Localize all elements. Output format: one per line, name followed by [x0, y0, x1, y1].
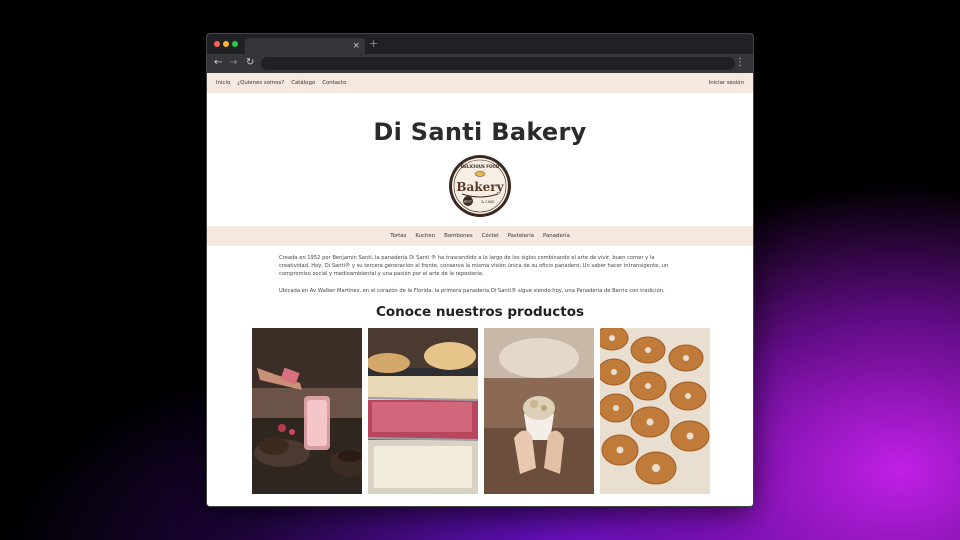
nav-link-inicio[interactable]: Inicio [216, 80, 230, 86]
product-image-ice-cream[interactable] [484, 327, 594, 494]
minimize-window-button[interactable] [223, 41, 229, 47]
tab-bar: × + [207, 34, 753, 54]
product-image-donuts[interactable] [600, 327, 710, 494]
back-arrow-icon[interactable]: ← [214, 56, 222, 70]
about-paragraph: Creada en 1952 por Benjamín Santi, la pa… [279, 255, 669, 278]
category-navigation: Tortas Kuchen Bombones Cóctel Pastelería… [207, 226, 753, 246]
site-title: Di Santi Bakery [373, 118, 587, 146]
logo-arc-text: DELICIOUS FOOD [461, 164, 500, 169]
logo-badge: BEST [464, 200, 472, 204]
category-link-coctel[interactable]: Cóctel [482, 233, 499, 239]
tab-close-icon[interactable]: × [352, 39, 360, 53]
forward-arrow-icon[interactable]: → [229, 56, 237, 70]
close-window-button[interactable] [214, 41, 220, 47]
nav-link-contacto[interactable]: Contacto [322, 80, 346, 86]
product-gallery [252, 327, 753, 494]
about-section: Creada en 1952 por Benjamín Santi, la pa… [279, 254, 681, 295]
browser-menu-icon[interactable]: ⋮ [735, 56, 745, 70]
bakery-logo-icon[interactable]: DELICIOUS FOOD Bakery & CAKE BEST [448, 154, 512, 218]
login-link[interactable]: Iniciar sesión [709, 80, 744, 86]
nav-link-catalogo[interactable]: Catálogo [291, 80, 315, 86]
about-paragraph: Ubicada en Av Walker Martinez, en el cor… [279, 287, 665, 294]
logo-word: Bakery [456, 180, 504, 194]
reload-icon[interactable]: ↻ [246, 56, 254, 70]
nav-link-quienes-somos[interactable]: ¿Quienes somos? [237, 80, 284, 86]
browser-window: × + ← → ↻ ⋮ Inicio ¿Quienes somos? Catál… [206, 33, 754, 507]
category-link-kuchen[interactable]: Kuchen [415, 233, 435, 239]
category-link-panaderia[interactable]: Panadería [543, 233, 570, 239]
new-tab-icon[interactable]: + [369, 37, 378, 50]
product-image-pastry-display[interactable] [368, 327, 478, 494]
logo-sub: & CAKE [481, 200, 494, 204]
category-link-tortas[interactable]: Tortas [390, 233, 406, 239]
browser-tab[interactable]: × [245, 38, 365, 54]
top-navigation: Inicio ¿Quienes somos? Catálogo Contacto… [207, 73, 753, 93]
browser-toolbar: ← → ↻ ⋮ [207, 54, 753, 73]
address-bar[interactable] [261, 57, 735, 70]
product-image-cocktail[interactable] [252, 327, 362, 494]
category-link-pasteleria[interactable]: Pastelería [508, 233, 534, 239]
category-link-bombones[interactable]: Bombones [444, 233, 473, 239]
maximize-window-button[interactable] [232, 41, 238, 47]
products-heading: Conoce nuestros productos [375, 303, 585, 320]
web-page: Inicio ¿Quienes somos? Catálogo Contacto… [207, 73, 753, 506]
